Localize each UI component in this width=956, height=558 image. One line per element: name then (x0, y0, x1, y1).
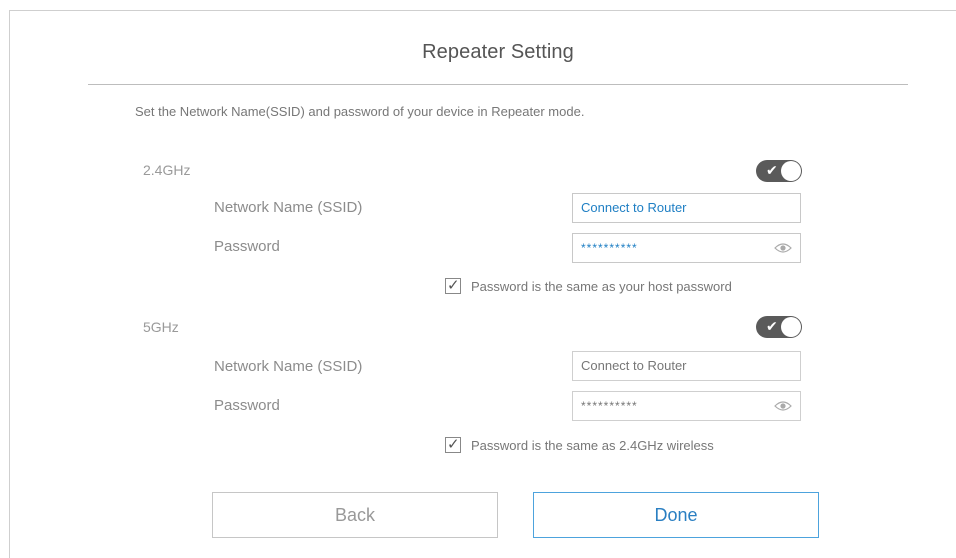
check-icon: ✔ (766, 319, 778, 335)
back-button[interactable]: Back (212, 492, 498, 538)
password-24ghz-input[interactable]: ********** (572, 233, 801, 263)
password-24ghz-value: ********** (581, 241, 638, 255)
password-5ghz-input[interactable]: ********** (572, 391, 801, 421)
toggle-knob (781, 317, 801, 337)
ssid-5ghz-value: Connect to Router (581, 358, 687, 373)
password-5ghz-label: Password (214, 397, 280, 414)
toggle-knob (781, 161, 801, 181)
eye-icon[interactable] (774, 399, 792, 413)
done-button[interactable]: Done (533, 492, 819, 538)
same-password-24ghz-checkbox[interactable]: ✓ (445, 276, 461, 294)
band-24ghz-label: 2.4GHz (143, 162, 191, 178)
page-title: Repeater Setting (422, 41, 574, 63)
ssid-24ghz-input[interactable]: Connect to Router (572, 193, 801, 223)
check-icon: ✓ (447, 435, 460, 453)
band-24ghz-toggle[interactable]: ✔ (756, 160, 802, 182)
band-5ghz-label: 5GHz (143, 319, 179, 335)
same-password-24ghz-label: Password is the same as your host passwo… (471, 278, 732, 294)
same-password-5ghz-label: Password is the same as 2.4GHz wireless (471, 437, 714, 453)
check-icon: ✔ (766, 163, 778, 179)
eye-icon[interactable] (774, 241, 792, 255)
page-description: Set the Network Name(SSID) and password … (135, 104, 585, 119)
title-divider (88, 84, 908, 85)
check-icon: ✓ (447, 276, 460, 294)
same-password-5ghz-row[interactable]: ✓ Password is the same as 2.4GHz wireles… (445, 435, 714, 453)
same-password-5ghz-checkbox[interactable]: ✓ (445, 435, 461, 453)
band-5ghz-toggle[interactable]: ✔ (756, 316, 802, 338)
ssid-5ghz-input[interactable]: Connect to Router (572, 351, 801, 381)
same-password-24ghz-row[interactable]: ✓ Password is the same as your host pass… (445, 276, 732, 294)
ssid-24ghz-value: Connect to Router (581, 200, 687, 215)
ssid-5ghz-label: Network Name (SSID) (214, 358, 363, 375)
password-5ghz-value: ********** (581, 399, 638, 413)
password-24ghz-label: Password (214, 238, 280, 255)
ssid-24ghz-label: Network Name (SSID) (214, 199, 363, 216)
